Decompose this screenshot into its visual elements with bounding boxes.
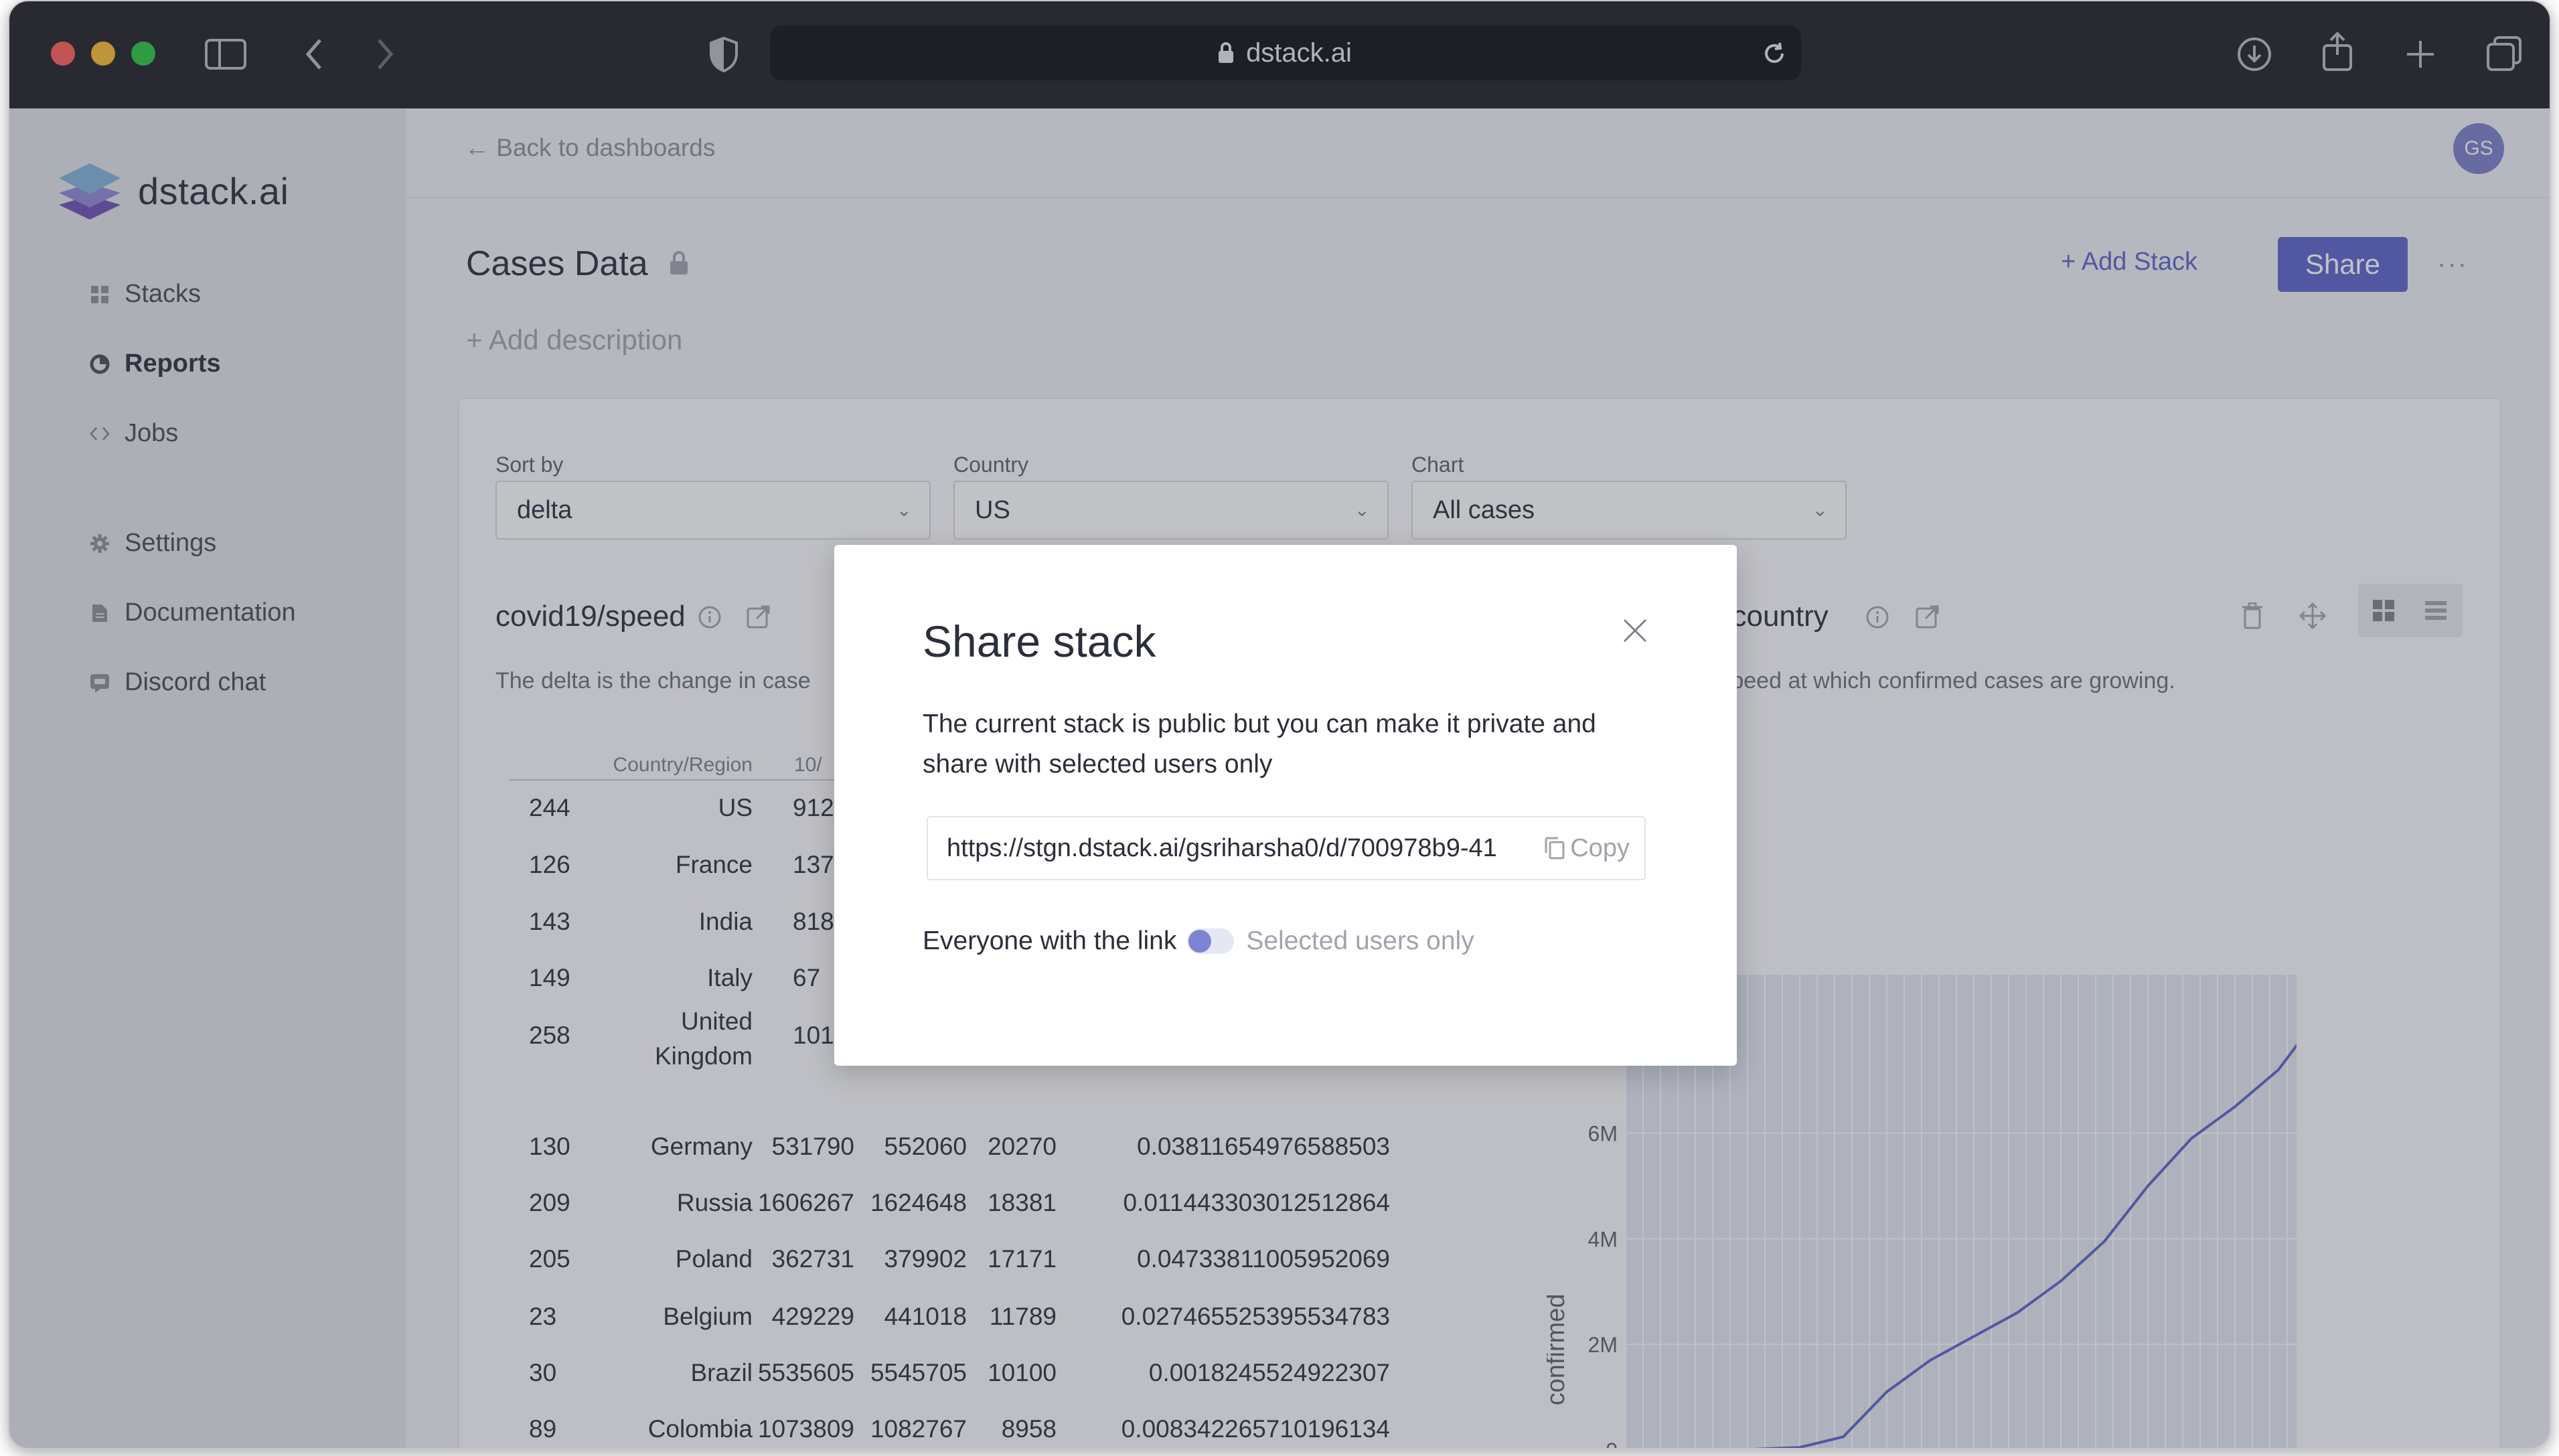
browser-window: dstack.ai dstack.ai Stacks Reports Jobs …	[8, 0, 2551, 1449]
toggle-label-everyone[interactable]: Everyone with the link	[923, 926, 1176, 956]
toggle-knob	[1188, 930, 1212, 953]
copy-icon	[1545, 837, 1565, 860]
copy-button[interactable]: Copy	[1543, 817, 1630, 879]
share-link-text[interactable]: https://stgn.dstack.ai/gsriharsha0/d/700…	[947, 817, 1523, 879]
visibility-toggle[interactable]	[1187, 928, 1235, 954]
toggle-label-selected-users[interactable]: Selected users only	[1246, 926, 1474, 956]
close-icon[interactable]	[1622, 617, 1648, 644]
share-link-field[interactable]: https://stgn.dstack.ai/gsriharsha0/d/700…	[927, 816, 1646, 880]
share-stack-modal: Share stack The current stack is public …	[834, 545, 1737, 1066]
visibility-toggle-row: Everyone with the link Selected users on…	[923, 926, 1474, 956]
modal-description: The current stack is public but you can …	[923, 710, 1596, 779]
modal-title: Share stack	[923, 617, 1156, 666]
